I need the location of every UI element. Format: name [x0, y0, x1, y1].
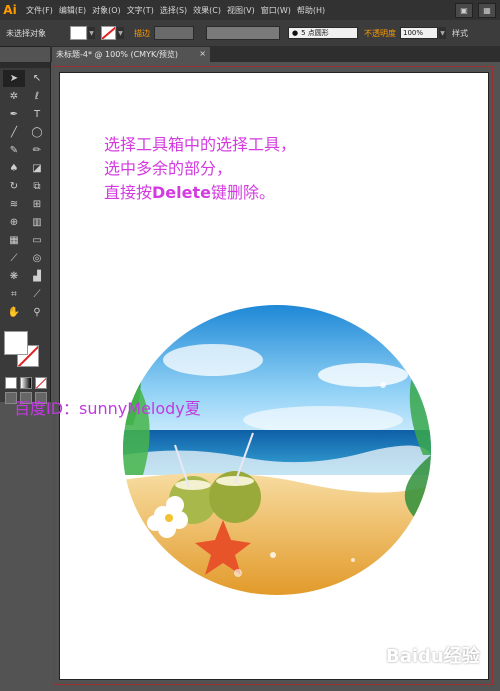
opacity-label[interactable]: 不透明度 — [364, 28, 396, 39]
blend-icon[interactable]: ◎ — [26, 250, 48, 267]
color-mode-icon[interactable] — [5, 377, 17, 389]
app-logo: Ai — [3, 3, 17, 17]
chevron-down-icon[interactable]: ▼ — [117, 27, 124, 39]
rotate-icon[interactable]: ↻ — [3, 178, 25, 195]
chevron-down-icon[interactable]: ▼ — [88, 27, 95, 39]
scale-icon[interactable]: ⧉ — [26, 178, 48, 195]
tools-panel: ➤ ↖ ✲ ℓ ✒ T ╱ ◯ ✎ ✏ ♠ ◪ ↻ ⧉ ≋ ⊞ ⊕ ▥ ▦ ▭ … — [0, 62, 51, 404]
symbol-sprayer-icon[interactable]: ❋ — [3, 268, 25, 285]
fill-swatch[interactable] — [70, 26, 87, 40]
fill-color-box[interactable] — [4, 331, 28, 355]
slice-icon[interactable]: ⟋ — [26, 286, 48, 303]
free-transform-icon[interactable]: ⊞ — [26, 196, 48, 213]
stroke-swatch[interactable] — [101, 26, 116, 40]
fill-stroke-widget — [0, 327, 50, 375]
brush-value: 5 点圆形 — [301, 29, 329, 37]
line-tool-icon[interactable]: ╱ — [3, 124, 25, 141]
type-tool-icon[interactable]: T — [26, 106, 48, 123]
control-bar: 未选择对象 ▼ ▼ 描边 ● 5 点圆形 不透明度 100% ▼ 样式 — [0, 20, 500, 47]
mesh-icon[interactable]: ▦ — [3, 232, 25, 249]
perspective-grid-icon[interactable]: ▥ — [26, 214, 48, 231]
menu-view[interactable]: 视图(V) — [227, 5, 255, 16]
variable-width-profile[interactable] — [206, 26, 280, 40]
instruction-line-3-head: 直接按 — [104, 183, 153, 202]
menu-window[interactable]: 窗口(W) — [261, 5, 291, 16]
arrange-documents-icon[interactable]: ▦ — [478, 3, 496, 18]
brush-definition-select[interactable]: ● 5 点圆形 — [288, 27, 358, 39]
close-icon[interactable]: × — [199, 49, 206, 58]
opacity-input[interactable]: 100% — [400, 27, 438, 39]
instruction-line-3-tail: 键删除。 — [210, 183, 275, 202]
menu-select[interactable]: 选择(S) — [160, 5, 187, 16]
instruction-line-2: 选中多余的部分， — [104, 159, 233, 178]
baidu-watermark: Baidu经验 — [386, 646, 480, 667]
lasso-icon[interactable]: ℓ — [26, 88, 48, 105]
pencil-icon[interactable]: ✏ — [26, 142, 48, 159]
menu-edit[interactable]: 编辑(E) — [59, 5, 86, 16]
gradient-mode-icon[interactable] — [20, 377, 32, 389]
chevron-down-icon[interactable]: ▼ — [439, 27, 446, 39]
stroke-label[interactable]: 描边 — [134, 28, 150, 39]
instruction-text: 选择工具箱中的选择工具， 选中多余的部分， 直接按Delete键删除。 — [104, 133, 296, 205]
eyedropper-icon[interactable]: ⟋ — [3, 250, 25, 267]
menu-type[interactable]: 文字(T) — [127, 5, 154, 16]
none-mode-icon[interactable] — [35, 377, 47, 389]
shape-builder-icon[interactable]: ⊕ — [3, 214, 25, 231]
pen-tool-icon[interactable]: ✒ — [3, 106, 25, 123]
menu-object[interactable]: 对象(O) — [92, 5, 121, 16]
zoom-icon[interactable]: ⚲ — [26, 304, 48, 321]
width-tool-icon[interactable]: ≋ — [3, 196, 25, 213]
blob-brush-icon[interactable]: ♠ — [3, 160, 25, 177]
bridge-icon[interactable]: ▣ — [455, 3, 473, 18]
direct-selection-tool-icon[interactable]: ↖ — [26, 70, 48, 87]
instruction-line-1: 选择工具箱中的选择工具， — [104, 135, 297, 154]
instruction-line-3: 直接按Delete键删除。 — [104, 181, 296, 205]
beach-illustration[interactable] — [123, 305, 431, 595]
document-title: 未标题-4* @ 100% (CMYK/预览) — [56, 50, 179, 59]
document-tab-bar: 未标题-4* @ 100% (CMYK/预览) × — [50, 46, 500, 62]
menu-right-controls: ▣ ▦ — [455, 3, 496, 18]
menu-file[interactable]: 文件(F) — [26, 5, 53, 16]
magic-wand-icon[interactable]: ✲ — [3, 88, 25, 105]
menu-help[interactable]: 帮助(H) — [297, 5, 325, 16]
author-watermark: 百度ID：sunnyMelody夏 — [14, 399, 201, 418]
selection-tool-icon[interactable]: ➤ — [3, 70, 25, 87]
ellipse-tool-icon[interactable]: ◯ — [26, 124, 48, 141]
hand-icon[interactable]: ✋ — [3, 304, 25, 321]
paintbrush-icon[interactable]: ✎ — [3, 142, 25, 159]
gradient-icon[interactable]: ▭ — [26, 232, 48, 249]
delete-key-label: Delete — [152, 183, 211, 202]
menu-bar: Ai 文件(F) 编辑(E) 对象(O) 文字(T) 选择(S) 效果(C) 视… — [0, 0, 500, 20]
selection-status: 未选择对象 — [6, 28, 46, 38]
artboard-tool-icon[interactable]: ⌗ — [3, 286, 25, 303]
graph-icon[interactable]: ▟ — [26, 268, 48, 285]
menu-effect[interactable]: 效果(C) — [193, 5, 221, 16]
stroke-weight-field[interactable] — [154, 26, 194, 40]
document-tab[interactable]: 未标题-4* @ 100% (CMYK/预览) × — [52, 47, 210, 62]
eraser-icon[interactable]: ◪ — [26, 160, 48, 177]
style-label[interactable]: 样式 — [452, 28, 468, 39]
color-mode-row — [0, 377, 50, 389]
